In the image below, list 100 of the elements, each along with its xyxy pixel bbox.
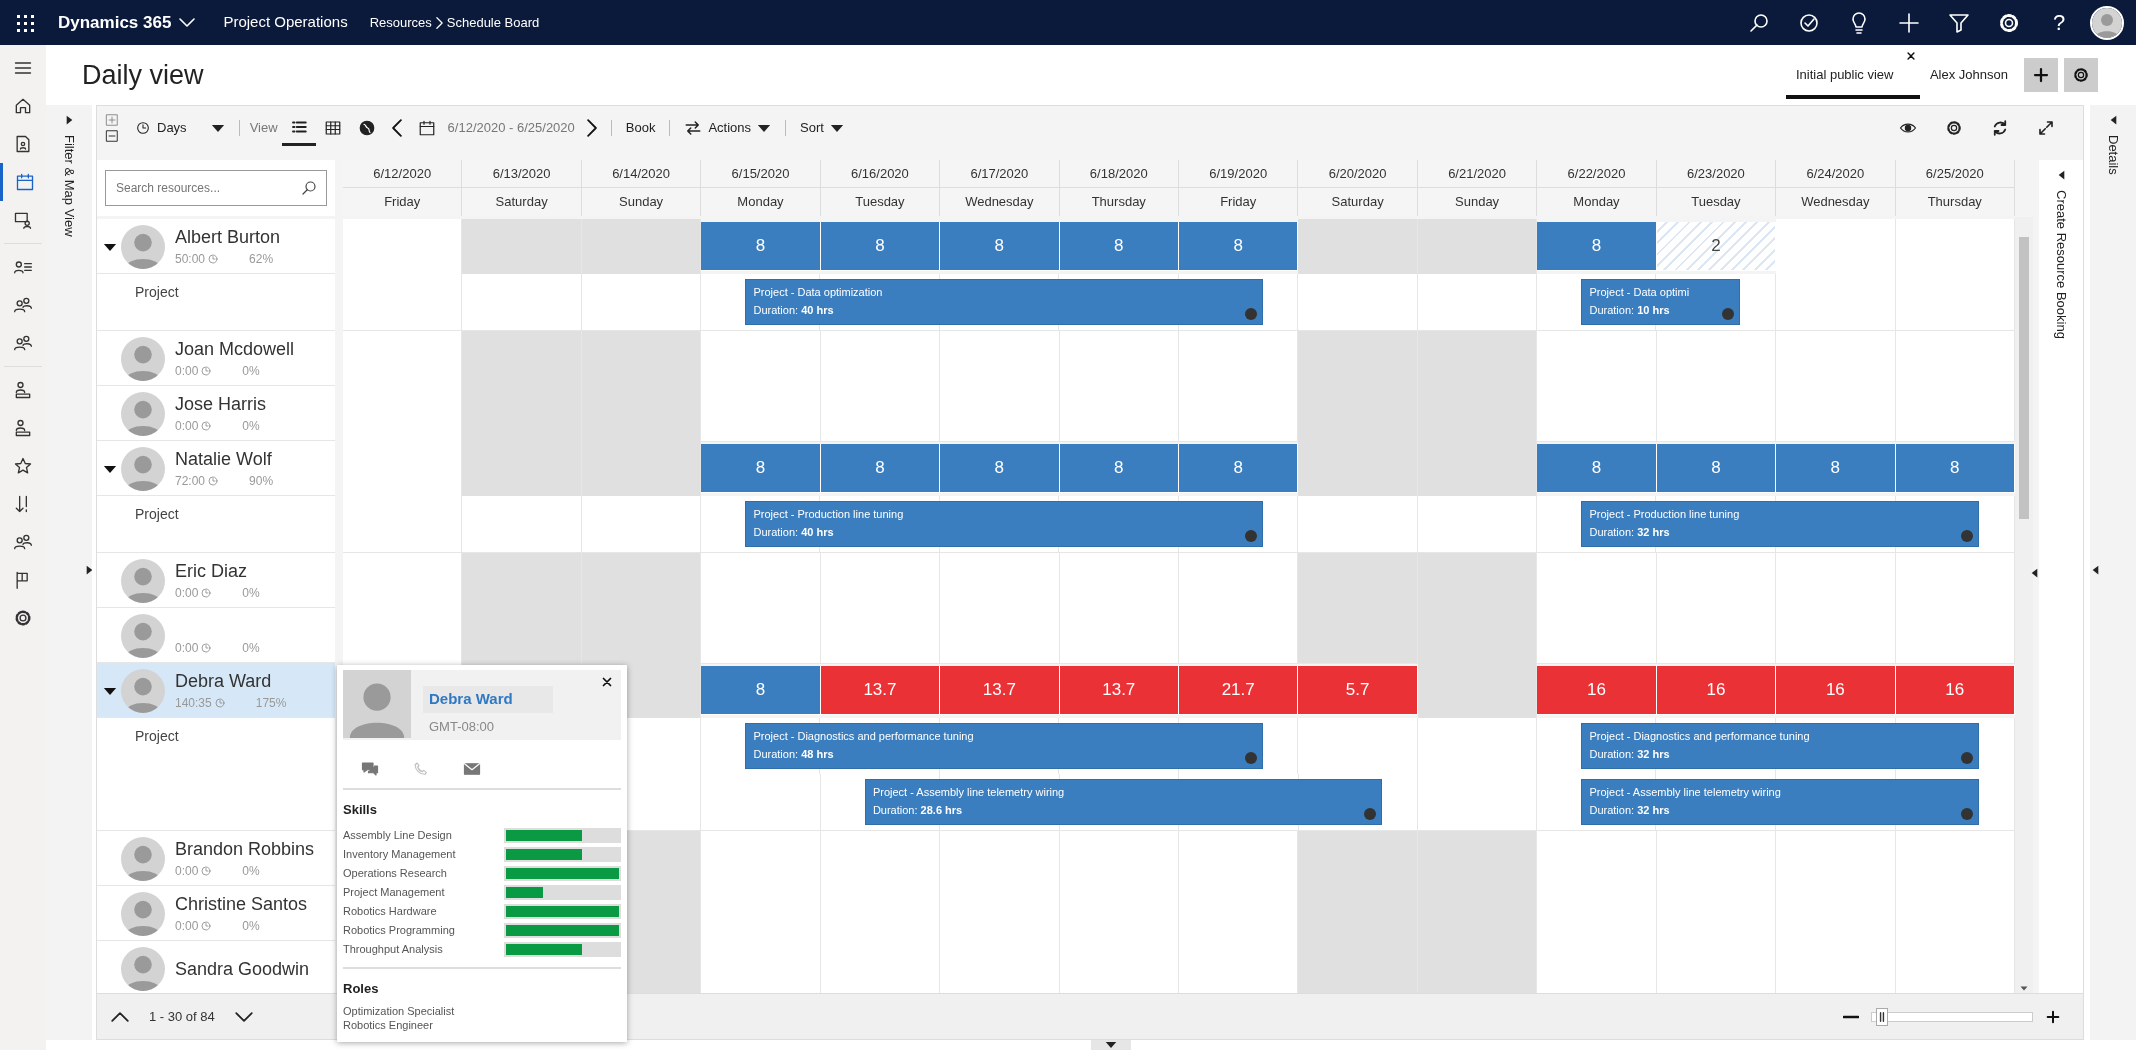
slider-thumb[interactable] — [1875, 1007, 1888, 1026]
panel-title[interactable]: Details — [2103, 135, 2123, 175]
capacity-cell[interactable]: 16 — [1537, 666, 1657, 715]
plus-icon — [2032, 66, 2050, 84]
capacity-cell[interactable]: 8 — [1537, 444, 1657, 493]
capacity-cell[interactable]: 13.7 — [1059, 666, 1179, 715]
booked-hours: 0:00 — [175, 640, 199, 657]
capacity-cell[interactable]: 8 — [701, 666, 821, 715]
booking-bar[interactable]: Project - Data optimization Duration: 40 hrs — [745, 279, 1263, 325]
add-view-button[interactable] — [2024, 58, 2058, 92]
booking-bar[interactable]: Project - Diagnostics and performance tuning Duration: 48 hrs — [745, 723, 1263, 769]
capacity-cell[interactable]: 8 — [1656, 444, 1777, 493]
caret-icon — [210, 123, 225, 133]
date-header: 6/18/2020 — [1088, 165, 1149, 183]
booking-bar[interactable]: Project - Diagnostics and performance tuning Duration: 32 hrs — [1581, 723, 1980, 769]
date-header: 6/19/2020 — [1208, 165, 1269, 183]
close-button[interactable] — [601, 676, 613, 688]
area-name[interactable]: Project Operations — [201, 11, 366, 34]
capacity-cell[interactable]: 8 — [1895, 444, 2015, 493]
capacity-cell[interactable]: 13.7 — [820, 666, 941, 715]
capacity-cell[interactable]: 8 — [1776, 444, 1896, 493]
capacity-cell[interactable]: 8 — [1059, 222, 1179, 271]
resource-name[interactable]: Brandon Robbins — [175, 838, 315, 860]
person-bar-icon — [13, 418, 33, 438]
booking-bar[interactable]: Project - Assembly line telemetry wiring Duration: 28.6 hrs — [864, 779, 1382, 825]
book-button[interactable]: Book — [617, 110, 664, 146]
clock-icon — [135, 120, 151, 136]
view-tab[interactable]: Alex Johnson — [1919, 51, 2018, 99]
caret-down-icon[interactable] — [103, 686, 117, 696]
booking-duration: Duration: 32 hrs — [1589, 747, 1670, 762]
capacity-cell[interactable]: 8 — [940, 222, 1060, 271]
panel-title[interactable]: Filter & Map View — [59, 135, 79, 237]
capacity-cell[interactable]: 13.7 — [940, 666, 1060, 715]
resource-name[interactable]: Albert Burton — [175, 226, 281, 248]
skill-name: Assembly Line Design — [343, 827, 453, 843]
utilization: 0% — [242, 640, 260, 657]
help-button[interactable]: ? — [2034, 0, 2084, 45]
view-settings-button[interactable] — [2064, 58, 2098, 92]
date-header: 6/15/2020 — [730, 165, 791, 183]
capacity-cell[interactable]: 21.7 — [1179, 666, 1299, 715]
status-dot — [1722, 308, 1735, 320]
capacity-cell[interactable]: 2 — [1656, 222, 1777, 271]
date-header: 6/21/2020 — [1447, 165, 1507, 183]
capacity-cell[interactable]: 16 — [1656, 666, 1777, 715]
clock-icon — [200, 920, 213, 932]
collapse-all-icon — [105, 129, 119, 143]
booking-bar[interactable]: Project - Production line tuning Duration: 40 hrs — [745, 501, 1263, 547]
caret-down-icon[interactable] — [103, 242, 117, 252]
resource-name[interactable]: Eric Diaz — [175, 560, 260, 582]
people-icon — [13, 532, 33, 552]
chevron-down-icon — [234, 1011, 253, 1022]
capacity-cell[interactable]: 16 — [1895, 666, 2015, 715]
search-field[interactable]: Search resources... — [105, 170, 327, 206]
app-name[interactable]: Dynamics 365 — [50, 9, 202, 36]
capacity-cell[interactable]: 5.7 — [1298, 666, 1418, 715]
booking-bar[interactable]: Project - Assembly line telemetry wiring Duration: 32 hrs — [1581, 779, 1980, 825]
calendar-icon — [14, 172, 35, 192]
capacity-cell[interactable]: 8 — [701, 444, 821, 493]
person-bar-icon — [13, 380, 33, 400]
contact-name[interactable]: Debra Ward — [423, 686, 553, 713]
booking-bar[interactable]: Project - Production line tuning Duration: 32 hrs — [1581, 501, 1980, 547]
booking-duration: Duration: 32 hrs — [1589, 803, 1670, 818]
scrollbar[interactable] — [2015, 217, 2033, 993]
capacity-cell[interactable]: 8 — [1179, 444, 1299, 493]
capacity-cell[interactable]: 8 — [701, 222, 821, 271]
capacity-cell[interactable]: 8 — [820, 222, 941, 271]
utilization: 0% — [242, 418, 260, 435]
expand-icon — [2037, 119, 2055, 137]
period-dropdown[interactable]: Days — [127, 110, 233, 146]
booked-hours: 0:00 — [175, 418, 199, 435]
capacity-cell[interactable]: 8 — [940, 444, 1060, 493]
caret-down-icon[interactable] — [103, 464, 117, 474]
skill-name: Robotics Programming — [343, 922, 456, 938]
breadcrumb-link[interactable]: Resources — [365, 12, 436, 33]
scroll-thumb[interactable] — [2019, 237, 2029, 519]
resource-name[interactable]: Joan Mcdowell — [175, 338, 295, 360]
home-icon — [13, 96, 33, 116]
resource-name[interactable]: Debra Ward — [175, 670, 287, 692]
capacity-cell[interactable]: 8 — [820, 444, 941, 493]
resource-name[interactable]: Christine Santos — [175, 893, 308, 915]
capacity-cell[interactable]: 8 — [1179, 222, 1299, 271]
date-header: 6/22/2020 — [1566, 165, 1627, 183]
status-dot — [1961, 808, 1974, 820]
group-label: Project — [134, 727, 180, 746]
resource-name[interactable]: Sandra Goodwin — [175, 958, 310, 980]
actions-dropdown[interactable]: Actions — [676, 110, 780, 146]
view-tab[interactable]: Initial public view — [1785, 51, 1920, 99]
sort-dropdown[interactable]: Sort — [792, 110, 852, 146]
resource-name[interactable]: Jose Harris — [175, 393, 267, 415]
resource-name[interactable]: Natalie Wolf — [175, 448, 274, 470]
booking-title: Project - Diagnostics and performance tuning — [1589, 729, 1810, 744]
panel-title[interactable]: Create Resource Booking — [2051, 190, 2071, 339]
caret-icon — [829, 123, 844, 133]
capacity-cell[interactable]: 16 — [1776, 666, 1896, 715]
booking-bar[interactable]: Project - Data optimi Duration: 10 hrs — [1581, 279, 1741, 325]
breadcrumb-link[interactable]: Schedule Board — [442, 12, 544, 33]
collapse-icon — [2092, 565, 2099, 575]
collapse-handle[interactable] — [1091, 1040, 1131, 1050]
capacity-cell[interactable]: 8 — [1059, 444, 1179, 493]
capacity-cell[interactable]: 8 — [1537, 222, 1657, 271]
